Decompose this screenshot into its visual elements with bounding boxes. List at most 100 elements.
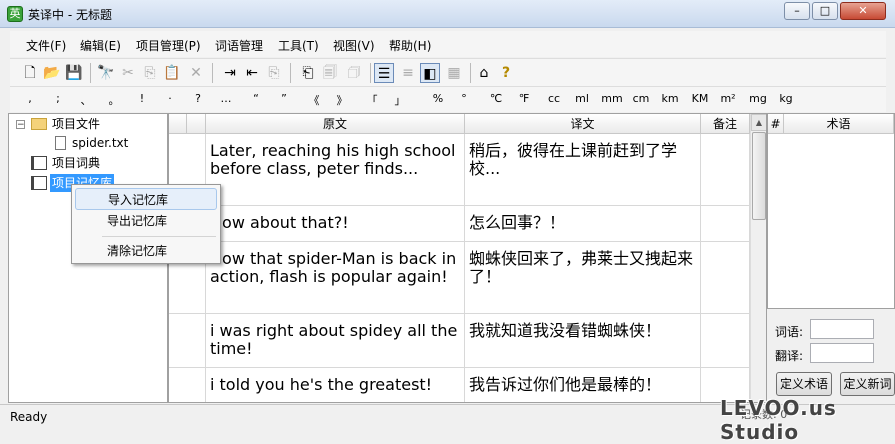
note-cell[interactable]: [701, 206, 750, 242]
column-header-target[interactable]: 译文: [465, 114, 701, 134]
delete-icon[interactable]: ✕: [186, 63, 206, 83]
open-folder-icon[interactable]: 📂: [42, 63, 62, 83]
symbol-button[interactable]: ;: [44, 92, 72, 105]
row-header[interactable]: [169, 368, 206, 402]
tree-item-project-dict[interactable]: 项目词典: [52, 154, 100, 172]
minimize-button[interactable]: –: [784, 2, 810, 20]
note-cell[interactable]: [701, 134, 750, 206]
new-file-icon[interactable]: 🗋: [20, 63, 40, 83]
target-cell[interactable]: 我就知道我没看错蜘蛛侠！: [465, 314, 701, 368]
symbol-button[interactable]: 》: [328, 92, 356, 108]
toolbar-separator: [370, 63, 371, 83]
target-cell[interactable]: 稍后，彼得在上课前赶到了学校...: [465, 134, 701, 206]
symbol-button[interactable]: 。: [100, 92, 128, 108]
menu-clear-memory[interactable]: 清除记忆库: [75, 240, 217, 262]
symbol-button[interactable]: m²: [714, 92, 742, 105]
view-layout-icon[interactable]: ◧: [420, 63, 440, 83]
view-grid-icon[interactable]: ▦: [444, 63, 464, 83]
collapse-toggle[interactable]: −: [16, 120, 25, 130]
symbol-button[interactable]: ·: [156, 92, 184, 105]
symbol-button[interactable]: KM: [686, 92, 714, 105]
source-cell[interactable]: How that spider-Man is back in action, f…: [206, 242, 465, 314]
target-cell[interactable]: 怎么回事？！: [465, 206, 701, 242]
tree-item-file[interactable]: spider.txt: [72, 134, 128, 152]
menu-help[interactable]: 帮助(H): [389, 37, 431, 54]
symbol-button[interactable]: 《: [300, 92, 328, 108]
symbol-button[interactable]: …: [212, 92, 240, 105]
help-icon[interactable]: ?: [496, 63, 516, 83]
target-cell[interactable]: 蜘蛛侠回来了，弗莱士又拽起来了！: [465, 242, 701, 314]
tree-item-project-files[interactable]: 项目文件: [52, 115, 100, 133]
symbol-button[interactable]: kg: [772, 92, 800, 105]
row-header[interactable]: [169, 314, 206, 368]
home-icon[interactable]: ⌂: [474, 63, 494, 83]
column-header-source[interactable]: 原文: [206, 114, 465, 134]
view-split-icon[interactable]: ☰: [374, 63, 394, 83]
vertical-scrollbar[interactable]: ▲: [750, 114, 766, 402]
column-header-note[interactable]: 备注: [701, 114, 750, 134]
menu-terms[interactable]: 词语管理: [215, 37, 263, 54]
dictionary-icon[interactable]: 🗐: [320, 63, 340, 83]
import-icon[interactable]: ⇥: [220, 63, 240, 83]
note-cell[interactable]: [701, 242, 750, 314]
toolbar-separator: [90, 63, 91, 83]
symbol-button[interactable]: 、: [72, 92, 100, 108]
menu-view[interactable]: 视图(V): [333, 37, 375, 54]
view-list-icon[interactable]: ≡: [398, 63, 418, 83]
menu-edit[interactable]: 编辑(E): [80, 37, 121, 54]
define-term-button[interactable]: 定义术语: [776, 372, 832, 396]
scroll-thumb[interactable]: [752, 132, 766, 220]
source-cell[interactable]: i told you he's the greatest!: [206, 368, 465, 402]
source-cell[interactable]: Later, reaching his high school before c…: [206, 134, 465, 206]
symbol-button[interactable]: cm: [627, 92, 655, 105]
symbol-button[interactable]: mm: [598, 92, 626, 105]
symbol-button[interactable]: mg: [744, 92, 772, 105]
main-toolbar: 🗋 📂 💾 🔭 ✂ ⎘ 📋 ✕ ⇥ ⇤ ⎘ ⎗ 🗐 🗇 ☰ ≡ ◧ ▦ ⌂ ?: [10, 58, 886, 86]
symbol-button[interactable]: ℉: [510, 92, 538, 105]
symbol-button[interactable]: 」: [386, 92, 414, 108]
word-input[interactable]: [810, 319, 874, 339]
menu-file[interactable]: 文件(F): [26, 37, 66, 54]
export-icon[interactable]: ⇤: [242, 63, 262, 83]
menu-tools[interactable]: 工具(T): [278, 37, 319, 54]
word-label: 词语:: [775, 325, 804, 339]
memory-icon[interactable]: 🗇: [344, 63, 364, 83]
terms-list: # 术语: [767, 113, 895, 309]
symbol-button[interactable]: cc: [540, 92, 568, 105]
symbol-button[interactable]: °: [450, 92, 478, 105]
save-icon[interactable]: 💾: [64, 63, 84, 83]
symbol-button[interactable]: !: [128, 92, 156, 105]
close-button[interactable]: ✕: [840, 2, 886, 20]
source-cell[interactable]: i was right about spidey all the time!: [206, 314, 465, 368]
copy-doc-icon[interactable]: ⎘: [264, 63, 284, 83]
translation-input[interactable]: [810, 343, 874, 363]
paste-icon[interactable]: 📋: [162, 63, 182, 83]
symbol-button[interactable]: ml: [568, 92, 596, 105]
symbol-button[interactable]: “: [242, 92, 270, 105]
copy-icon[interactable]: ⎘: [140, 63, 160, 83]
paste-doc-icon[interactable]: ⎗: [298, 63, 318, 83]
menu-project[interactable]: 项目管理(P): [136, 37, 201, 54]
symbol-button[interactable]: 「: [358, 92, 386, 108]
symbol-toolbar: , ; 、 。 ! · ? … “ ” 《 》 「 」 % ° ℃ ℉ cc m…: [10, 86, 886, 112]
note-cell[interactable]: [701, 314, 750, 368]
menu-export-memory[interactable]: 导出记忆库: [75, 210, 217, 232]
menu-import-memory[interactable]: 导入记忆库: [75, 188, 217, 210]
toolbar-separator: [212, 63, 213, 83]
symbol-button[interactable]: %: [424, 92, 452, 105]
menu-separator: [102, 236, 216, 237]
translation-label: 翻译:: [775, 349, 804, 363]
scroll-up-icon[interactable]: ▲: [751, 114, 766, 131]
symbol-button[interactable]: ?: [184, 92, 212, 105]
maximize-button[interactable]: □: [812, 2, 838, 20]
source-cell[interactable]: How about that?!: [206, 206, 465, 242]
symbol-button[interactable]: km: [656, 92, 684, 105]
symbol-button[interactable]: ”: [270, 92, 298, 105]
define-new-word-button[interactable]: 定义新词: [840, 372, 895, 396]
target-cell[interactable]: 我告诉过你们他是最棒的！: [465, 368, 701, 402]
terms-header-term[interactable]: 术语: [784, 114, 894, 134]
symbol-button[interactable]: ,: [16, 92, 44, 105]
symbol-button[interactable]: ℃: [482, 92, 510, 105]
cut-icon[interactable]: ✂: [118, 63, 138, 83]
find-icon[interactable]: 🔭: [96, 63, 116, 83]
